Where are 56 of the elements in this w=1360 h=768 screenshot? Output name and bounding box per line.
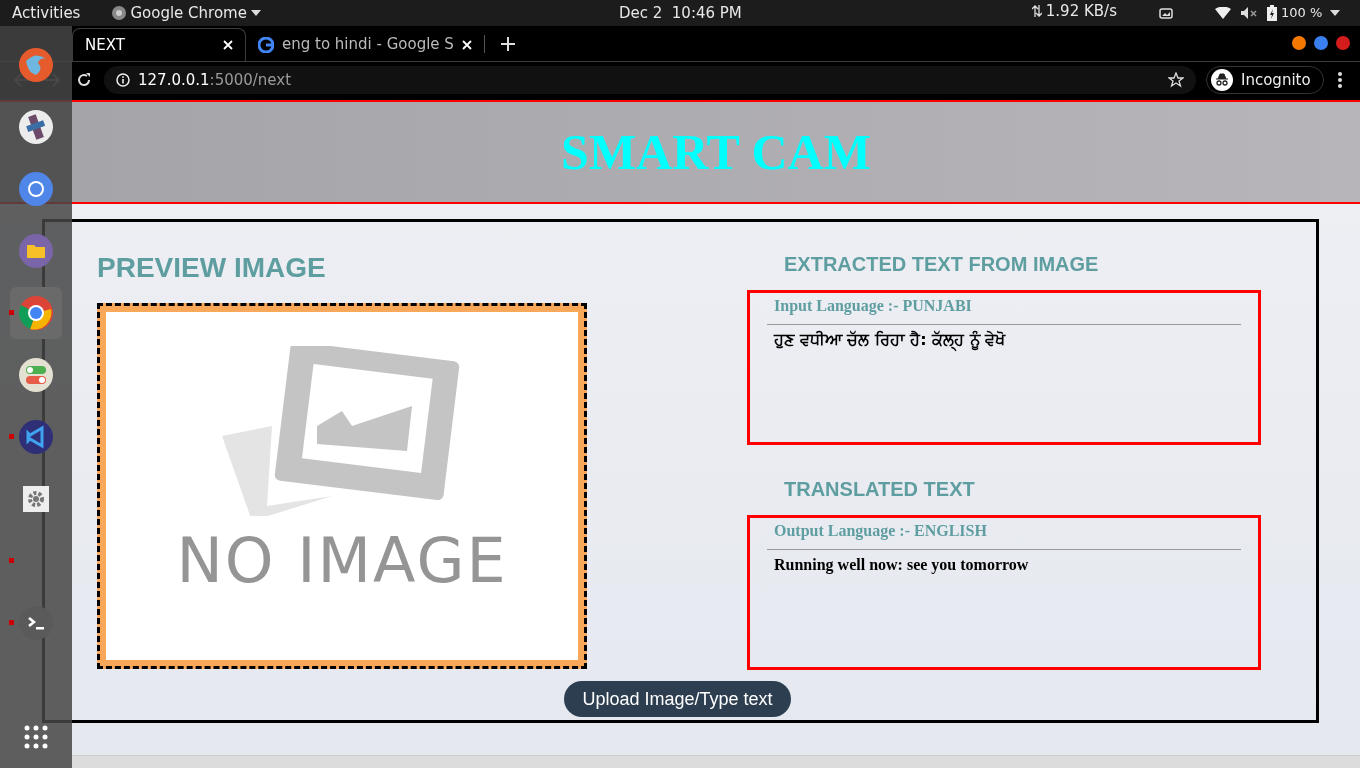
url-text: 127.0.0.1:5000/next (138, 69, 292, 91)
menu-dots-icon[interactable] (1337, 72, 1342, 88)
no-image-label: NO IMAGE (176, 530, 508, 592)
tab-title: eng to hindi - Google S (282, 34, 454, 56)
panel-text: ਹੁਣ ਵਧੀਆ ਚੱਲ ਰਿਹਾ ਹੈ: ਕੱਲ੍ਹ ਨੂੰ ਵੇਖੋ (774, 329, 1007, 352)
section-heading: EXTRACTED TEXT FROM IMAGE (784, 254, 1100, 274)
dock-item[interactable] (10, 287, 62, 339)
incognito-icon (1211, 69, 1233, 91)
horizontal-scrollbar[interactable] (72, 755, 1360, 768)
chrome-icon[interactable] (18, 295, 54, 331)
folder-icon[interactable] (18, 233, 54, 269)
running-indicator (9, 558, 14, 563)
page-title: SMART CAM (561, 122, 871, 182)
maximize-icon[interactable] (1314, 36, 1328, 50)
minimize-icon[interactable] (1292, 36, 1306, 50)
new-tab-icon[interactable] (501, 37, 515, 51)
screen-icon (1158, 7, 1173, 19)
fox-globe-icon[interactable] (18, 47, 54, 83)
reload-icon[interactable] (76, 72, 92, 88)
code-editor-icon[interactable] (18, 419, 54, 455)
panel-text: Running well now: see you tomorrow (774, 555, 1030, 576)
info-icon (116, 73, 130, 87)
chrome-icon (112, 6, 127, 20)
film-strip-icon[interactable] (18, 109, 54, 145)
chromium-icon[interactable] (18, 171, 54, 207)
running-indicator (9, 620, 14, 625)
app-menu[interactable]: Google Chrome (130, 1, 247, 25)
url-field[interactable]: 127.0.0.1:5000/next (104, 66, 1196, 94)
running-indicator (9, 310, 14, 315)
browser-tab[interactable]: eng to hindi - Google S (246, 28, 484, 61)
upload-button[interactable]: Upload Image/Type text (564, 681, 791, 717)
network-speed: 1.92 KB/s (1045, 0, 1117, 22)
tab-title: NEXT (85, 34, 126, 56)
toggle-switches-icon[interactable] (18, 357, 54, 393)
battery-icon (1266, 5, 1277, 21)
close-icon[interactable] (462, 39, 472, 50)
running-indicator (9, 434, 14, 439)
google-g-icon (258, 36, 274, 53)
clock[interactable]: Dec 2 10:46 PM (618, 1, 742, 25)
section-heading: TRANSLATED TEXT (784, 479, 976, 499)
language-label: Output Language :- ENGLISH (774, 521, 988, 542)
caret-icon (1330, 10, 1341, 16)
star-icon[interactable] (1168, 72, 1184, 88)
caret-icon (250, 10, 261, 16)
section-heading: PREVIEW IMAGE (97, 254, 327, 282)
close-icon[interactable] (223, 40, 233, 50)
browser-tab[interactable]: NEXT (72, 28, 246, 61)
app-grid-icon[interactable] (24, 725, 48, 749)
activities-button[interactable]: Activities (12, 1, 81, 25)
wifi-icon (1214, 7, 1231, 19)
terminal-icon[interactable] (18, 605, 54, 641)
gear-icon[interactable] (23, 486, 49, 512)
battery-percent: 100 % (1280, 4, 1323, 23)
transfer-arrows-icon (1031, 5, 1042, 17)
language-label: Input Language :- PUNJABI (774, 296, 973, 317)
muted-speaker-icon (1240, 7, 1257, 19)
